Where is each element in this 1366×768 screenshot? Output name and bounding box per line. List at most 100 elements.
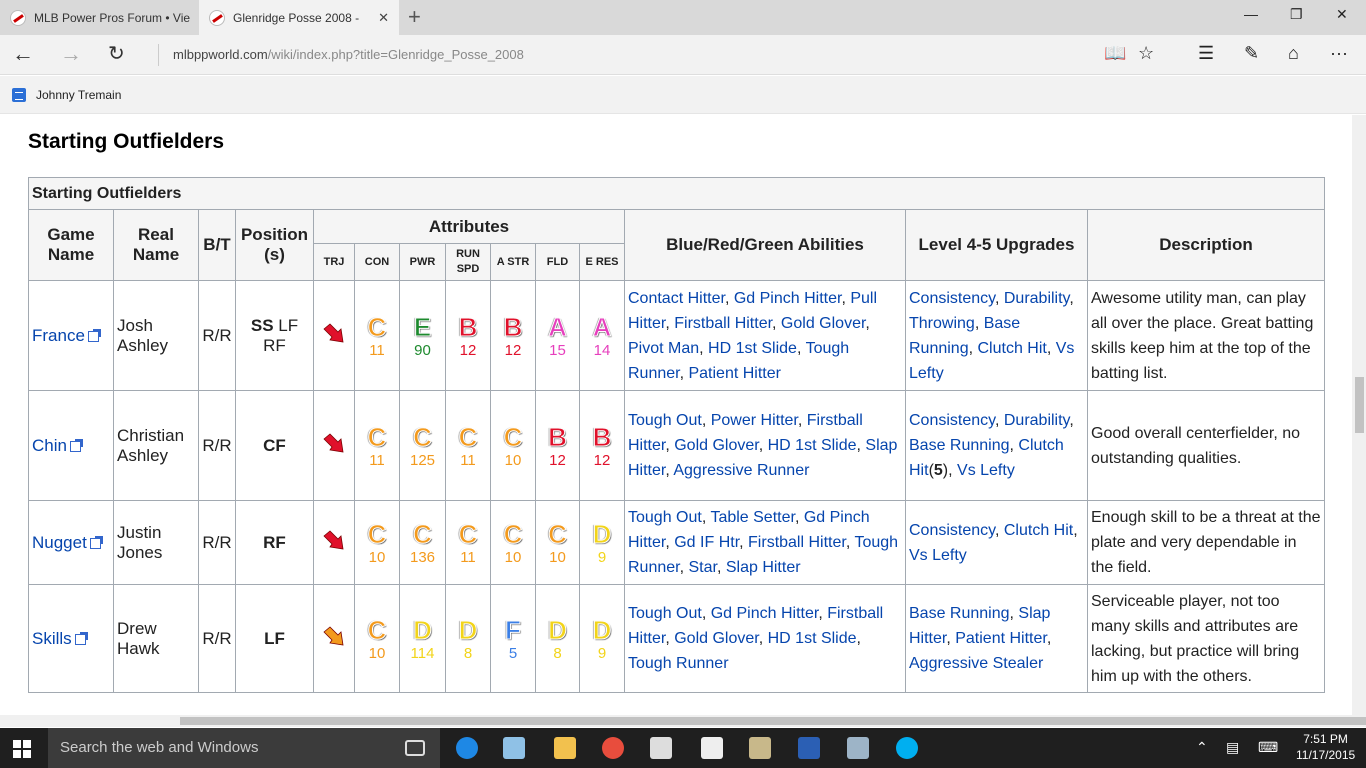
upgrade-link[interactable]: Vs Lefty — [909, 547, 967, 564]
external-link-icon — [69, 438, 83, 452]
ability-link[interactable]: Firstball Hitter — [748, 534, 846, 551]
upgrade-link[interactable]: Aggressive Stealer — [909, 655, 1043, 672]
back-icon[interactable]: ← — [12, 41, 34, 67]
minimize-icon[interactable]: — — [1244, 6, 1258, 22]
ability-link[interactable]: Gold Glover — [674, 437, 758, 454]
game-name-cell: France — [28, 280, 114, 391]
game-name-link[interactable]: Chin — [32, 436, 67, 455]
tray-chevron-icon[interactable]: ⌃ — [1196, 739, 1208, 756]
hub-icon[interactable]: ☰ — [1198, 43, 1214, 64]
upgrade-link[interactable]: Throwing — [909, 315, 975, 332]
taskbar-search-box[interactable]: Search the web and Windows — [48, 728, 440, 768]
ability-link[interactable]: Tough Out — [628, 605, 702, 622]
more-icon[interactable]: ··· — [1330, 43, 1348, 64]
upgrade-link[interactable]: Clutch Hit — [1004, 522, 1073, 539]
upgrade-link[interactable]: Base Running — [909, 605, 1010, 622]
address-path: /wiki/index.php?title=Glenridge_Posse_20… — [267, 47, 524, 62]
abilities-cell: Contact Hitter, Gd Pinch Hitter, Pull Hi… — [624, 280, 906, 391]
upgrades-cell: Consistency, Durability, Throwing, Base … — [905, 280, 1088, 391]
keyboard-icon[interactable]: ⌨ — [1258, 739, 1278, 756]
tab-title: Glenridge Posse 2008 - — [233, 10, 360, 25]
attribute-cell: E 90 — [399, 280, 446, 391]
attribute-cell: D9 — [579, 500, 625, 585]
ability-link[interactable]: Tough Out — [628, 509, 702, 526]
horizontal-scrollbar[interactable] — [0, 715, 1366, 727]
app-icon[interactable] — [847, 737, 869, 759]
forward-icon[interactable]: → — [60, 41, 82, 67]
attribute-value: 10 — [549, 548, 566, 566]
ability-link[interactable]: Contact Hitter — [628, 290, 725, 307]
tab-forum[interactable]: MLB Power Pros Forum • Vie — [0, 0, 198, 35]
grade-letter: C — [413, 518, 433, 549]
ability-link[interactable]: Firstball Hitter — [674, 315, 772, 332]
upgrade-link[interactable]: Consistency — [909, 412, 995, 429]
favorite-link[interactable]: Johnny Tremain — [36, 88, 121, 102]
tab-wiki[interactable]: Glenridge Posse 2008 - ✕ — [199, 0, 399, 35]
upgrade-link[interactable]: Clutch Hit — [978, 340, 1047, 357]
app-icon[interactable] — [749, 737, 771, 759]
refresh-icon[interactable]: ↻ — [108, 41, 125, 66]
game-name-link[interactable]: France — [32, 326, 85, 345]
new-tab-icon[interactable]: + — [408, 4, 421, 30]
windows-start-icon[interactable] — [13, 740, 31, 758]
ability-link[interactable]: Gd Pinch Hitter — [734, 290, 842, 307]
header-position: Position (s) — [235, 209, 314, 281]
upgrade-link[interactable]: Consistency — [909, 522, 995, 539]
ability-link[interactable]: Gold Glover — [674, 630, 758, 647]
grade-letter: C — [367, 421, 387, 452]
ability-link[interactable]: Tough Out — [628, 412, 702, 429]
grade-letter: B — [592, 421, 612, 452]
vertical-scrollbar[interactable] — [1352, 115, 1366, 715]
ability-link[interactable]: Gd IF Htr — [674, 534, 739, 551]
ability-link[interactable]: Table Setter — [710, 509, 795, 526]
scroll-thumb[interactable] — [180, 717, 1366, 725]
ability-link[interactable]: Aggressive Runner — [673, 462, 809, 479]
share-icon[interactable]: ⌂ — [1288, 43, 1299, 64]
taskbar: Search the web and Windows ⌃ ▤ ⌨ 7:51 PM… — [0, 728, 1366, 768]
game-name-link[interactable]: Nugget — [32, 533, 87, 552]
app-icon[interactable] — [503, 737, 525, 759]
skype-icon[interactable] — [896, 737, 918, 759]
subheader-pwr: PWR — [399, 243, 446, 281]
attribute-cell: C 11 — [354, 280, 400, 391]
upgrade-link[interactable]: Durability — [1004, 412, 1070, 429]
paint-icon[interactable] — [602, 737, 624, 759]
upgrade-link[interactable]: Patient Hitter — [955, 630, 1047, 647]
ability-link[interactable]: Pivot Man — [628, 340, 699, 357]
file-explorer-icon[interactable] — [554, 737, 576, 759]
ability-link[interactable]: HD 1st Slide — [768, 630, 857, 647]
grade-letter: C — [503, 421, 523, 452]
upgrade-link[interactable]: Base Running — [909, 437, 1010, 454]
ability-link[interactable]: Gold Glover — [781, 315, 865, 332]
ability-link[interactable]: HD 1st Slide — [708, 340, 797, 357]
edge-browser-icon[interactable] — [456, 737, 478, 759]
ability-link[interactable]: Power Hitter — [711, 412, 798, 429]
subheader-e-res: E RES — [579, 243, 625, 281]
upgrade-link[interactable]: Vs Lefty — [957, 462, 1015, 479]
ability-link[interactable]: Gd Pinch Hitter — [711, 605, 819, 622]
close-window-icon[interactable]: ✕ — [1336, 6, 1348, 23]
task-view-icon[interactable] — [405, 740, 425, 756]
calculator-icon[interactable] — [701, 737, 723, 759]
ability-link[interactable]: Slap Hitter — [726, 559, 801, 576]
upgrade-link[interactable]: Consistency — [909, 290, 995, 307]
ability-link[interactable]: Patient Hitter — [688, 365, 780, 382]
ability-link[interactable]: Tough Runner — [628, 655, 729, 672]
web-note-icon[interactable]: ✎ — [1244, 43, 1259, 64]
system-clock[interactable]: 7:51 PM 11/17/2015 — [1296, 731, 1355, 763]
attribute-cell: B 12 — [490, 280, 536, 391]
reading-view-icon[interactable]: 📖 — [1104, 43, 1126, 64]
store-icon[interactable] — [650, 737, 672, 759]
ability-link[interactable]: HD 1st Slide — [768, 437, 857, 454]
restore-icon[interactable]: ❐ — [1290, 6, 1303, 23]
notification-icon[interactable]: ▤ — [1226, 739, 1239, 756]
ability-link[interactable]: Star — [688, 559, 716, 576]
game-name-link[interactable]: Skills — [32, 629, 72, 648]
scroll-thumb[interactable] — [1355, 377, 1364, 433]
favorite-star-icon[interactable]: ☆ — [1138, 43, 1154, 64]
upgrade-link[interactable]: Durability — [1004, 290, 1070, 307]
attribute-cell: D 114 — [399, 584, 446, 693]
address-bar[interactable]: mlbppworld.com/wiki/index.php?title=Glen… — [158, 44, 524, 66]
word-icon[interactable] — [798, 737, 820, 759]
close-tab-icon[interactable]: ✕ — [378, 10, 389, 26]
